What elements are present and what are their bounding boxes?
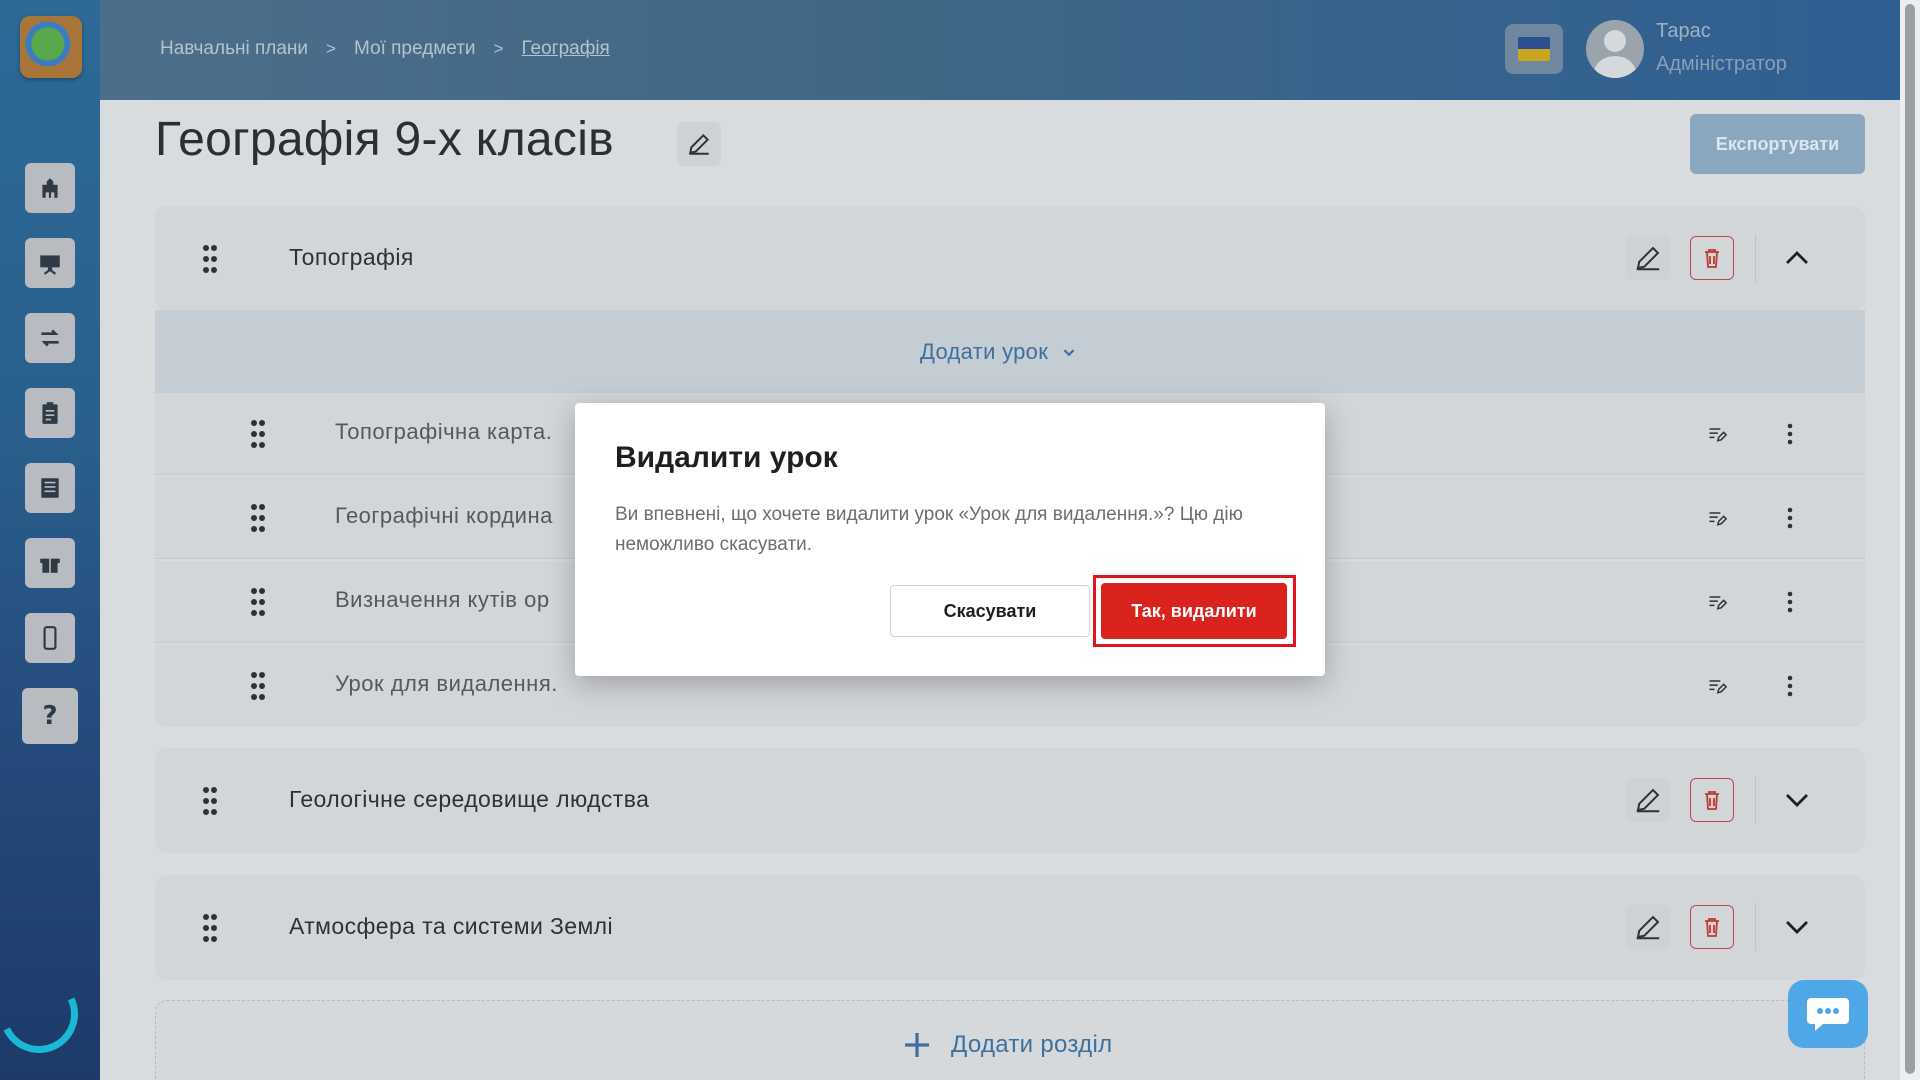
- avatar[interactable]: [1586, 20, 1644, 78]
- lesson-title: Топографічна карта.: [335, 419, 553, 444]
- chevron-down-icon: [1786, 921, 1808, 934]
- phone-icon[interactable]: [25, 613, 75, 663]
- breadcrumb-current[interactable]: Географія: [521, 38, 609, 60]
- delete-section-button[interactable]: [1690, 236, 1734, 280]
- trash-icon: [1705, 918, 1719, 937]
- export-button[interactable]: Експортувати: [1690, 114, 1865, 174]
- help-icon[interactable]: ?: [22, 688, 78, 744]
- trash-icon: [1705, 791, 1719, 810]
- section-title: Топографія: [289, 244, 414, 270]
- drag-handle-icon[interactable]: [250, 503, 266, 533]
- cancel-button[interactable]: Скасувати: [890, 585, 1090, 637]
- section-title: Геологічне середовище людства: [289, 786, 650, 812]
- breadcrumb-separator: >: [493, 39, 504, 58]
- pencil-icon: [1636, 915, 1660, 940]
- drag-handle-icon[interactable]: [202, 244, 218, 274]
- scrollbar-thumb[interactable]: [1905, 4, 1915, 1074]
- drag-handle-icon[interactable]: [202, 786, 218, 816]
- breadcrumb-separator: >: [326, 39, 336, 58]
- divider: [1755, 903, 1756, 951]
- more-options-icon[interactable]: [1775, 587, 1805, 617]
- expand-button[interactable]: [1775, 905, 1819, 949]
- edit-title-button[interactable]: [677, 122, 721, 166]
- language-flag-button[interactable]: [1505, 24, 1563, 74]
- more-options-icon[interactable]: [1775, 419, 1805, 449]
- add-lesson-label: Додати урок: [920, 339, 1049, 364]
- add-section-button[interactable]: Додати розділ: [155, 1000, 1865, 1080]
- collapse-button[interactable]: [1775, 236, 1819, 280]
- add-section-label: Додати розділ: [951, 1031, 1113, 1058]
- chevron-down-icon: [1063, 349, 1075, 357]
- document-icon[interactable]: [25, 463, 75, 513]
- expand-button[interactable]: [1775, 778, 1819, 822]
- add-lesson-button[interactable]: Додати урок: [920, 339, 1080, 365]
- user-name: Тарас: [1656, 20, 1711, 42]
- more-options-icon[interactable]: [1775, 671, 1805, 701]
- confirm-delete-button[interactable]: Так, видалити: [1101, 583, 1287, 639]
- edit-notes-icon[interactable]: [1702, 671, 1732, 701]
- divider: [1755, 234, 1756, 282]
- ukraine-flag-icon: [1518, 37, 1550, 61]
- breadcrumb-item[interactable]: Навчальні плани: [160, 38, 308, 60]
- edit-notes-icon[interactable]: [1702, 503, 1732, 533]
- section-title: Атмосфера та системи Землі: [289, 913, 614, 939]
- delete-section-button[interactable]: [1690, 905, 1734, 949]
- page-title: Географія 9-х класів: [155, 113, 614, 166]
- gift-icon[interactable]: [25, 538, 75, 588]
- chevron-down-icon: [1786, 794, 1808, 807]
- lesson-title: Урок для видалення.: [335, 671, 558, 696]
- pencil-icon: [1636, 788, 1660, 813]
- edit-notes-icon[interactable]: [1702, 419, 1732, 449]
- edit-section-button[interactable]: [1626, 236, 1670, 280]
- divider: [1755, 776, 1756, 824]
- lesson-title: Географічні кордина: [335, 503, 553, 528]
- more-options-icon[interactable]: [1775, 503, 1805, 533]
- section-card: Атмосфера та системи Землі: [155, 875, 1865, 980]
- school-icon[interactable]: [25, 163, 75, 213]
- app-logo[interactable]: [20, 16, 82, 78]
- sidebar: ?: [0, 0, 100, 1080]
- pencil-icon: [1636, 246, 1660, 271]
- transfer-icon[interactable]: [25, 313, 75, 363]
- loading-spinner: [0, 964, 89, 1064]
- scrollbar[interactable]: [1900, 0, 1920, 1080]
- drag-handle-icon[interactable]: [250, 671, 266, 701]
- breadcrumb-item[interactable]: Мої предмети: [354, 38, 476, 60]
- delete-section-button[interactable]: [1690, 778, 1734, 822]
- drag-handle-icon[interactable]: [250, 587, 266, 617]
- top-bar: Навчальні плани > Мої предмети > Географ…: [100, 0, 1920, 100]
- clipboard-icon[interactable]: [25, 388, 75, 438]
- trash-icon: [1705, 249, 1719, 268]
- dialog-title: Видалити урок: [615, 441, 838, 474]
- delete-lesson-dialog: Видалити урок Ви впевнені, що хочете вид…: [575, 403, 1325, 676]
- presentation-icon[interactable]: [25, 238, 75, 288]
- chevron-up-icon: [1786, 251, 1808, 264]
- pencil-icon: [689, 133, 710, 155]
- drag-handle-icon[interactable]: [250, 419, 266, 449]
- edit-section-button[interactable]: [1626, 778, 1670, 822]
- drag-handle-icon[interactable]: [202, 913, 218, 943]
- breadcrumb: Навчальні плани > Мої предмети > Географ…: [160, 38, 610, 60]
- section-card: Топографія: [155, 206, 1865, 311]
- chat-button[interactable]: [1788, 980, 1868, 1048]
- edit-section-button[interactable]: [1626, 905, 1670, 949]
- chat-bubble-icon: [1807, 998, 1849, 1031]
- user-role: Адміністратор: [1656, 53, 1787, 75]
- section-card: Геологічне середовище людства: [155, 748, 1865, 853]
- dialog-message: Ви впевнені, що хочете видалити урок «Ур…: [615, 504, 1243, 555]
- lesson-title: Визначення кутів ор: [335, 587, 550, 612]
- plus-icon: [905, 1033, 929, 1057]
- edit-notes-icon[interactable]: [1702, 587, 1732, 617]
